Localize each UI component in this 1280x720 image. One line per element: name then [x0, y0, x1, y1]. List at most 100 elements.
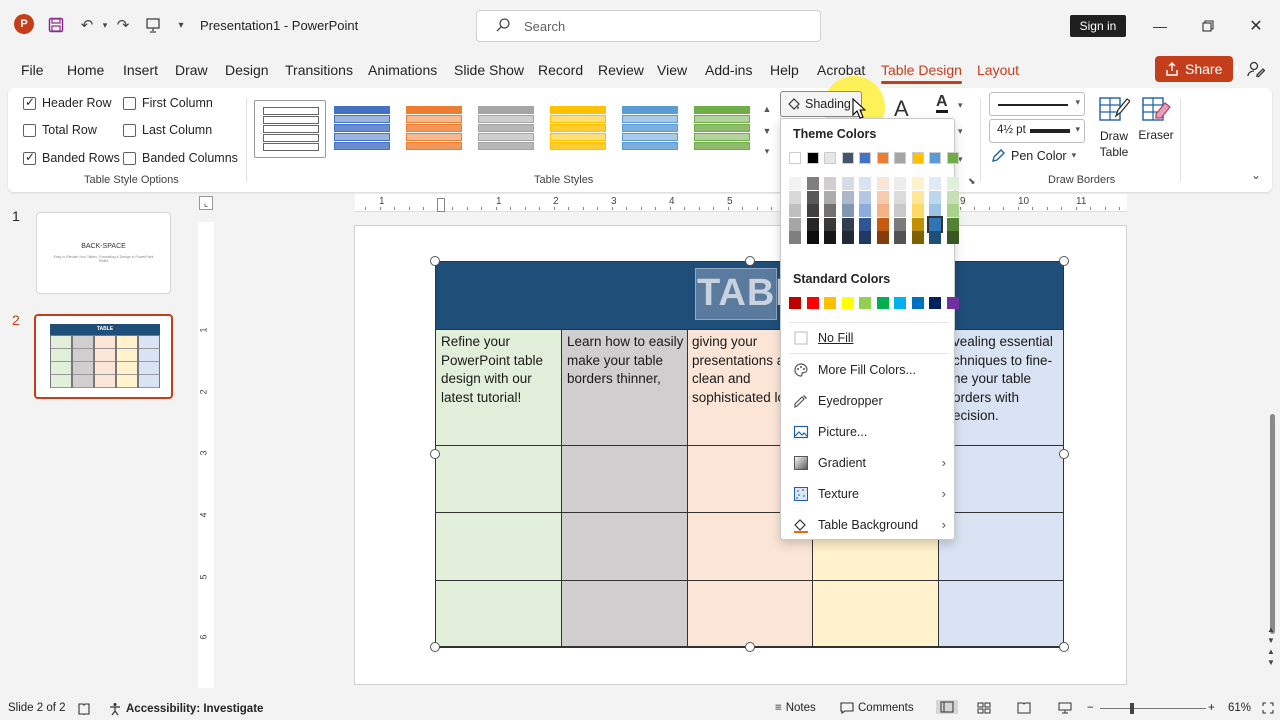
theme-shade-swatch[interactable]	[894, 231, 906, 244]
restore-icon[interactable]	[1196, 14, 1220, 38]
theme-shade-swatch[interactable]	[789, 217, 801, 231]
table-cell[interactable]: Learn how to easily make your table bord…	[567, 333, 687, 389]
standard-color-swatch[interactable]	[841, 297, 854, 309]
resize-handle[interactable]	[745, 256, 755, 266]
gradient-item[interactable]: Gradient ›	[781, 449, 954, 477]
redo-icon[interactable]: ↷	[112, 14, 134, 36]
spelling-icon[interactable]	[77, 702, 91, 716]
table-style-swatch[interactable]	[686, 100, 758, 158]
banded-columns-checkbox[interactable]	[123, 151, 136, 165]
theme-shade-swatch[interactable]	[929, 177, 941, 190]
theme-shade-swatch[interactable]	[806, 217, 819, 231]
resize-handle[interactable]	[430, 449, 440, 459]
theme-shade-swatch[interactable]	[911, 177, 924, 190]
theme-shade-swatch[interactable]	[859, 204, 871, 217]
theme-shade-swatch[interactable]	[806, 190, 819, 204]
theme-color-swatch[interactable]	[876, 152, 889, 164]
theme-shade-swatch[interactable]	[929, 190, 941, 204]
slide-thumbnail-1[interactable]: BACK-SPACE Easy to Elevate Your Tables: …	[36, 212, 171, 294]
standard-color-swatch[interactable]	[806, 297, 819, 309]
table-cell[interactable]: vealing essential chniques to fine- ne y…	[953, 333, 1059, 426]
theme-shade-swatch[interactable]	[946, 204, 959, 217]
resize-handle[interactable]	[430, 642, 440, 652]
header-row-option[interactable]: Header Row	[23, 95, 111, 110]
theme-color-swatch[interactable]	[841, 152, 854, 164]
notes-button[interactable]: ≡ Notes	[775, 702, 816, 714]
theme-shade-swatch[interactable]	[859, 177, 871, 190]
text-fill-dropdown-icon[interactable]: ▾	[958, 100, 963, 111]
more-fill-colors-item[interactable]: More Fill Colors...	[781, 356, 954, 384]
gallery-more-icon[interactable]: ▾	[760, 142, 774, 160]
zoom-slider[interactable]	[1100, 708, 1206, 709]
theme-color-swatch[interactable]	[789, 152, 801, 164]
theme-shade-swatch[interactable]	[841, 217, 854, 231]
standard-color-swatch[interactable]	[824, 297, 836, 309]
tab-table-design[interactable]: Table Design	[881, 62, 962, 84]
table-cell[interactable]: Refine your PowerPoint table design with…	[441, 333, 559, 407]
theme-shade-swatch[interactable]	[859, 217, 871, 231]
theme-shade-swatch[interactable]	[789, 204, 801, 217]
theme-shade-swatch[interactable]	[789, 190, 801, 204]
comment-editor-icon[interactable]	[1247, 60, 1265, 78]
standard-color-swatch[interactable]	[859, 297, 871, 309]
standard-color-swatch[interactable]	[894, 297, 906, 309]
tab-design[interactable]: Design	[225, 62, 269, 78]
tab-selector-icon[interactable]: ⌞	[199, 196, 213, 210]
theme-shade-swatch[interactable]	[824, 217, 836, 231]
pen-color-button[interactable]: Pen Color ▾	[991, 148, 1076, 163]
normal-view-icon[interactable]	[936, 700, 958, 714]
text-outline-dropdown-icon[interactable]: ▾	[958, 126, 963, 137]
collapse-ribbon-icon[interactable]: ⌄	[1251, 168, 1261, 182]
theme-shade-swatch[interactable]	[806, 231, 819, 244]
table-style-swatch[interactable]	[614, 100, 686, 158]
no-fill-item[interactable]: No Fill	[781, 324, 954, 352]
theme-color-swatch[interactable]	[911, 152, 924, 164]
tab-animations[interactable]: Animations	[368, 62, 437, 78]
theme-shade-swatch[interactable]	[876, 190, 889, 204]
resize-handle[interactable]	[430, 256, 440, 266]
theme-shade-swatch[interactable]	[824, 190, 836, 204]
tab-help[interactable]: Help	[770, 62, 799, 78]
banded-columns-option[interactable]: Banded Columns	[123, 151, 238, 165]
theme-shade-swatch[interactable]	[876, 177, 889, 190]
standard-color-swatch[interactable]	[789, 297, 801, 309]
theme-color-swatch[interactable]	[946, 152, 959, 164]
text-effect-dropdown-icon[interactable]: ▾	[958, 154, 963, 165]
theme-shade-swatch[interactable]	[946, 190, 959, 204]
tab-home[interactable]: Home	[67, 62, 104, 78]
comments-button[interactable]: Comments	[840, 702, 914, 714]
save-icon[interactable]	[45, 14, 67, 36]
slide-sorter-icon[interactable]	[977, 702, 991, 714]
tab-add-ins[interactable]: Add-ins	[705, 62, 752, 78]
accessibility-button[interactable]: Accessibility: Investigate	[108, 702, 263, 716]
theme-shade-swatch[interactable]	[946, 177, 959, 190]
theme-shade-swatch[interactable]	[894, 190, 906, 204]
standard-color-swatch[interactable]	[946, 297, 959, 309]
table-background-item[interactable]: Table Background ›	[781, 511, 954, 539]
tab-draw[interactable]: Draw	[175, 62, 208, 78]
theme-shade-swatch[interactable]	[911, 217, 924, 231]
banded-rows-checkbox[interactable]	[23, 150, 36, 165]
theme-shade-swatch[interactable]	[841, 177, 854, 190]
slide-table[interactable]: TABL Refine your PowerPoint table design…	[435, 261, 1064, 648]
zoom-in-icon[interactable]: +	[1208, 702, 1215, 714]
close-icon[interactable]: ✕	[1244, 14, 1268, 38]
theme-shade-swatch[interactable]	[806, 177, 819, 190]
total-row-checkbox[interactable]	[23, 123, 36, 137]
zoom-slider-thumb[interactable]	[1130, 703, 1134, 714]
theme-color-swatch[interactable]	[824, 152, 836, 164]
theme-shade-swatch[interactable]	[894, 204, 906, 217]
pen-style-select[interactable]: ▾	[989, 92, 1085, 116]
tab-review[interactable]: Review	[598, 62, 644, 78]
theme-shade-swatch[interactable]	[789, 231, 801, 244]
indent-marker[interactable]	[437, 198, 445, 212]
theme-shade-swatch[interactable]	[841, 204, 854, 217]
shading-button[interactable]: Shading	[780, 91, 862, 117]
last-column-option[interactable]: Last Column	[123, 123, 212, 137]
table-style-swatch[interactable]	[542, 100, 614, 158]
tab-view[interactable]: View	[657, 62, 687, 78]
reading-view-icon[interactable]	[1017, 702, 1031, 714]
theme-shade-swatch[interactable]	[946, 231, 959, 244]
theme-shade-swatch[interactable]	[929, 231, 941, 244]
theme-color-swatch[interactable]	[929, 152, 941, 164]
